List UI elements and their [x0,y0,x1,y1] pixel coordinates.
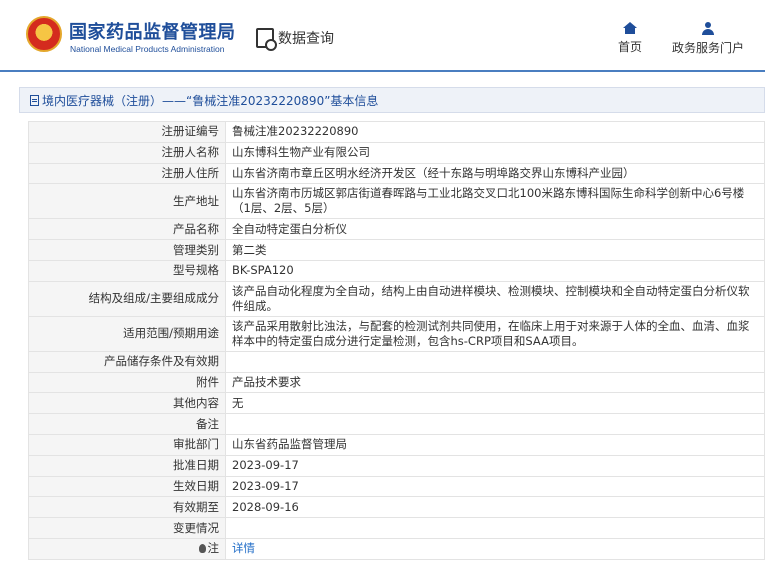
field-label: 注册人名称 [28,141,226,164]
table-row: 注 详情 [28,537,765,560]
table-row: 结构及组成/主要组成成分 该产品自动化程度为全自动，结构上由自动进样模块、检测模块… [28,280,765,317]
table-row: 备注 [28,413,765,435]
table-row: 审批部门 山东省药品监督管理局 [28,433,765,456]
note-label: 注 [28,537,226,560]
field-label: 有效期至 [28,496,226,519]
table-row: 注册人名称 山东博科生物产业有限公司 [28,141,765,164]
field-value: 鲁械注准20232220890 [225,121,765,143]
field-label: 审批部门 [28,433,226,456]
table-row: 管理类别 第二类 [28,239,765,261]
field-value: 山东省济南市历城区郭店街道春晖路与工业北路交叉口北100米路东博科国际生命科学创… [225,183,765,220]
field-label: 型号规格 [28,259,226,282]
details-link[interactable]: 详情 [232,541,255,555]
field-label: 其他内容 [28,392,226,415]
field-value [225,413,765,435]
nav-home-label: 首页 [618,40,643,54]
table-row: 生产地址 山东省济南市历城区郭店街道春晖路与工业北路交叉口北100米路东博科国际生… [28,183,765,220]
field-label: 适用范围/预期用途 [28,315,226,352]
home-icon [623,22,637,34]
breadcrumb-text: 境内医疗器械（注册）——“鲁械注准20232220890”基本信息 [42,93,379,108]
field-value: 该产品采用散射比浊法，与配套的检测试剂共同使用，在临床上用于对来源于人体的全血、… [225,315,765,352]
field-value: 山东博科生物产业有限公司 [225,141,765,164]
table-row: 注册证编号 鲁械注准20232220890 [28,121,765,143]
table-row: 型号规格 BK-SPA120 [28,259,765,282]
table-row: 变更情况 [28,517,765,539]
field-label: 备注 [28,413,226,435]
field-value: 2023-09-17 [225,475,765,498]
site-title[interactable]: 国家药品监督管理局 [69,18,236,44]
field-value: 山东省药品监督管理局 [225,433,765,456]
field-value: 全自动特定蛋白分析仪 [225,218,765,241]
field-label: 生效日期 [28,475,226,498]
field-label: 产品名称 [28,218,226,241]
field-label: 产品储存条件及有效期 [28,350,226,373]
field-value: 2028-09-16 [225,496,765,519]
data-query-label: 数据查询 [278,31,334,47]
field-label: 管理类别 [28,239,226,261]
table-row: 有效期至 2028-09-16 [28,496,765,519]
nav-portal-label: 政务服务门户 [672,41,745,55]
table-row: 批准日期 2023-09-17 [28,454,765,477]
site-header: 国家药品监督管理局 National Medical Products Admi… [0,0,765,72]
field-value: 2023-09-17 [225,454,765,477]
site-title-en: National Medical Products Administration [70,44,225,54]
lightbulb-icon [198,544,206,554]
search-document-icon [256,28,277,51]
table-row: 附件 产品技术要求 [28,371,765,394]
field-label: 结构及组成/主要组成成分 [28,280,226,317]
field-label: 变更情况 [28,517,226,539]
field-value: 该产品自动化程度为全自动，结构上由自动进样模块、检测模块、控制模块和全自动特定蛋… [225,280,765,317]
field-label: 注册人住所 [28,162,226,185]
nav-home[interactable]: 首页 [618,22,642,55]
breadcrumb: 境内医疗器械（注册）——“鲁械注准20232220890”基本信息 [19,87,765,113]
table-row: 注册人住所 山东省济南市章丘区明水经济开发区（经十东路与明埠路交界山东博科产业园） [28,162,765,185]
table-row: 适用范围/预期用途 该产品采用散射比浊法，与配套的检测试剂共同使用，在临床上用于对… [28,315,765,352]
table-row: 生效日期 2023-09-17 [28,475,765,498]
field-value [225,517,765,539]
field-value: 无 [225,392,765,415]
field-label: 附件 [28,371,226,394]
field-value: 第二类 [225,239,765,261]
field-label: 注册证编号 [28,121,226,143]
data-query-link[interactable]: 数据查询 [256,28,334,51]
field-value [225,350,765,373]
table-row: 其他内容无 [28,392,765,415]
field-label: 生产地址 [28,183,226,220]
field-value: BK-SPA120 [225,259,765,282]
document-icon [30,94,39,106]
field-value: 山东省济南市章丘区明水经济开发区（经十东路与明埠路交界山东博科产业园） [225,162,765,185]
nav-service-portal[interactable]: 政务服务门户 [672,22,744,56]
user-icon [701,22,715,35]
field-value: 产品技术要求 [225,371,765,394]
national-emblem-icon [26,16,62,52]
field-label: 批准日期 [28,454,226,477]
note-value: 详情 [225,537,765,560]
table-row: 产品名称 全自动特定蛋白分析仪 [28,218,765,241]
table-row: 产品储存条件及有效期 [28,350,765,373]
device-info-table: 注册证编号 鲁械注准20232220890 注册人名称 山东博科生物产业有限公司 注… [28,121,765,560]
note-label-text: 注 [207,541,220,556]
